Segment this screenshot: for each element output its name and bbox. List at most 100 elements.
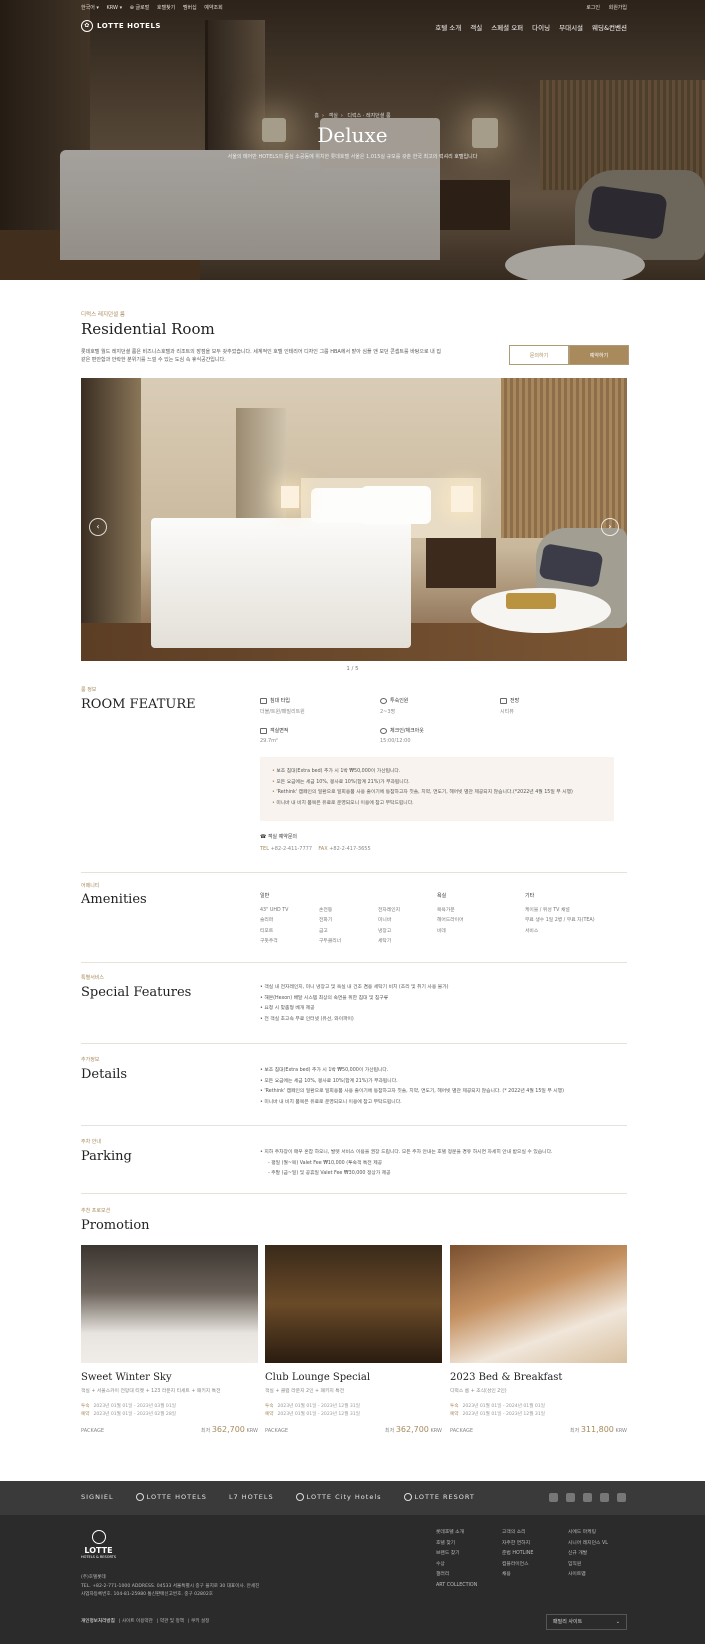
policy-link[interactable]: 약관 및 정책 (160, 1619, 184, 1624)
footer-link[interactable]: 갤러리 (436, 1570, 477, 1581)
utility-link-find-hotel[interactable]: 호텔찾기 (157, 5, 175, 11)
promo-image-lounge[interactable] (265, 1245, 442, 1363)
blog-icon[interactable] (600, 1493, 609, 1502)
instagram-icon[interactable] (566, 1493, 575, 1502)
nav-item-rooms[interactable]: 객실 (470, 22, 482, 32)
inquire-button[interactable]: 문의하기 (509, 345, 569, 365)
feature-title: ROOM FEATURE (81, 697, 196, 712)
family-site-select[interactable]: 패밀리 사이트 ⌄ (546, 1614, 627, 1630)
brand-lotte-hotels[interactable]: LOTTE HOTELS (135, 1493, 207, 1501)
footer-logo-sub: HOTELS & RESORTS (81, 1555, 117, 1559)
nav-item-special-offers[interactable]: 스페셜 오퍼 (491, 22, 523, 32)
feature-value: 15:00/12:00 (380, 738, 411, 744)
footer-link[interactable]: 임직원 (568, 1560, 608, 1571)
footer-logo[interactable]: LOTTE HOTELS & RESORTS (81, 1530, 116, 1559)
utility-bar: 한국어 ▾ KRW ▾ ⊕ 글로벌 호텔찾기 멤버십 예약조회 로그인 회원가입 (81, 4, 627, 14)
fax-label: FAX (318, 846, 328, 852)
promo-title[interactable]: 2023 Bed & Breakfast (450, 1372, 627, 1383)
feature-eyebrow: 룸 정보 (81, 687, 97, 693)
footer-link[interactable]: 컴플라이언스 (502, 1560, 533, 1571)
promo-card[interactable]: Sweet Winter Sky 객실 + 서울스카이 전망대 티켓 + 123… (81, 1245, 258, 1434)
nav-item-about[interactable]: 호텔 소개 (435, 22, 461, 32)
footer-link[interactable]: 준법 HOTLINE (502, 1549, 533, 1560)
gallery-prev-icon[interactable]: ‹ (89, 518, 107, 536)
gallery-image-nightstand (426, 538, 496, 588)
social-links (549, 1493, 626, 1502)
footer-link[interactable]: 시에드 마케팅 (568, 1528, 608, 1539)
brand-signiel[interactable]: SIGNIEL (81, 1493, 114, 1501)
footer-link[interactable]: 채용 (502, 1570, 533, 1581)
room-title: Residential Room (81, 320, 215, 338)
promo-price: 최저 362,700 KRW (201, 1425, 258, 1434)
terms-link[interactable]: 사이트 이용약관 (122, 1619, 153, 1624)
promo-image-breakfast[interactable] (450, 1245, 627, 1363)
bed-icon (260, 697, 267, 704)
room-description: 롯데호텔 월드 레지던셜 룸은 비즈니스호텔과 리조트의 장점을 모두 갖추었습… (81, 349, 441, 363)
parking-eyebrow: 주차 안내 (81, 1139, 101, 1145)
nav-item-dining[interactable]: 다이닝 (532, 22, 550, 32)
youtube-icon[interactable] (549, 1493, 558, 1502)
promo-image-winter[interactable] (81, 1245, 258, 1363)
book-button[interactable]: 예약하기 (569, 345, 629, 365)
currency-select[interactable]: KRW ▾ (107, 5, 123, 11)
promo-price: 최저 311,800 KRW (570, 1425, 627, 1434)
book-dates: 2023년 01월 01일 - 2023년 12월 31일 (277, 1412, 360, 1417)
notice-item: 'Rethink' 캠페인의 일환으로 일회용품 사용 줄이기에 동참하고자 칫… (272, 788, 602, 799)
gallery-image-window (81, 378, 141, 661)
footer-link[interactable]: 롯데호텔 소개 (436, 1528, 477, 1539)
amenities-title: Amenities (81, 892, 147, 907)
brand-logo[interactable]: ✿ LOTTE HOTELS (81, 20, 161, 32)
book-label: 예약 (450, 1412, 459, 1417)
footer-link[interactable]: 시니어 레지던스 VL (568, 1539, 608, 1550)
language-select[interactable]: 한국어 ▾ (81, 5, 99, 11)
amenity-item: 비데 (437, 928, 446, 934)
facebook-icon[interactable] (583, 1493, 592, 1502)
nav-item-wedding[interactable]: 웨딩&컨벤션 (592, 22, 627, 32)
amenity-item: 헤어드라이어 (437, 918, 464, 923)
tel-number[interactable]: +82-2-411-7777 (271, 846, 312, 852)
promo-title[interactable]: Sweet Winter Sky (81, 1372, 258, 1383)
login-link[interactable]: 로그인 (586, 5, 600, 11)
footer-link[interactable]: 사이트맵 (568, 1570, 608, 1581)
footer-link[interactable]: 호텔 찾기 (436, 1539, 477, 1550)
room-actions: 문의하기 예약하기 (509, 345, 629, 365)
cookie-link[interactable]: 쿠키 설정 (191, 1619, 209, 1624)
promo-card[interactable]: Club Lounge Special 객실 + 클럽 라운지 2인 + 패키지… (265, 1245, 442, 1434)
promo-card[interactable]: 2023 Bed & Breakfast 디럭스 룸 + 조식(성인 2인) 투… (450, 1245, 627, 1434)
brand-l7[interactable]: L7 HOTELS (229, 1493, 274, 1501)
promo-type: PACKAGE (265, 1428, 289, 1434)
feature-value: 29.7m² (260, 738, 279, 744)
promo-title[interactable]: Club Lounge Special (265, 1372, 442, 1383)
amenity-item: 무료 생수 1일 2병 / 무료 차(TEA) (525, 918, 595, 923)
kakao-icon[interactable] (617, 1493, 626, 1502)
footer-col-support: 고객의 소리 자주한 면하지 준법 HOTLINE 컴플라이언스 채용 (502, 1528, 533, 1581)
amenity-item: 냉장고 (378, 928, 392, 934)
breadcrumb-home[interactable]: 홈 (314, 113, 319, 119)
utility-link-global[interactable]: ⊕ 글로벌 (130, 5, 150, 11)
nav-item-facilities[interactable]: 부대시설 (559, 22, 583, 32)
feature-label: 객실면적 (270, 728, 289, 734)
footer-link[interactable]: 브랜드 찾기 (436, 1549, 477, 1560)
privacy-link[interactable]: 개인정보처리방침 (81, 1619, 115, 1624)
footer-link[interactable]: 수상 (436, 1560, 477, 1571)
amenity-item: 목욕가운 (437, 907, 455, 913)
utility-link-membership[interactable]: 멤버십 (183, 5, 197, 11)
gallery-image-pillow (361, 486, 431, 524)
promo-type: PACKAGE (81, 1428, 105, 1434)
promo-dates: 투숙 2023년 01월 01일 - 2023년 12월 31일 예약 2023년 … (265, 1403, 442, 1419)
promo-footer: PACKAGE 최저 311,800 KRW (450, 1425, 627, 1434)
lotte-emblem-icon (295, 1493, 304, 1501)
footer-link[interactable]: 신규 개발 (568, 1549, 608, 1560)
signup-link[interactable]: 회원가입 (609, 5, 627, 11)
footer-link[interactable]: 고객의 소리 (502, 1528, 533, 1539)
breadcrumb-rooms[interactable]: 객실 (329, 113, 338, 119)
footer-link[interactable]: 자주한 면하지 (502, 1539, 533, 1550)
gallery-image-lamp (281, 486, 299, 508)
brand-lotte-resort[interactable]: LOTTE RESORT (403, 1493, 475, 1501)
footer-link[interactable]: ART COLLECTION (436, 1581, 477, 1592)
stay-dates: 2023년 01월 01일 - 2023년 12월 31일 (277, 1404, 360, 1409)
brand-lotte-city[interactable]: LOTTE City Hotels (295, 1493, 382, 1501)
amenity-item: 손전등 (319, 907, 333, 913)
utility-link-reservation-check[interactable]: 예약조회 (204, 5, 222, 11)
gallery-next-icon[interactable]: › (601, 518, 619, 536)
